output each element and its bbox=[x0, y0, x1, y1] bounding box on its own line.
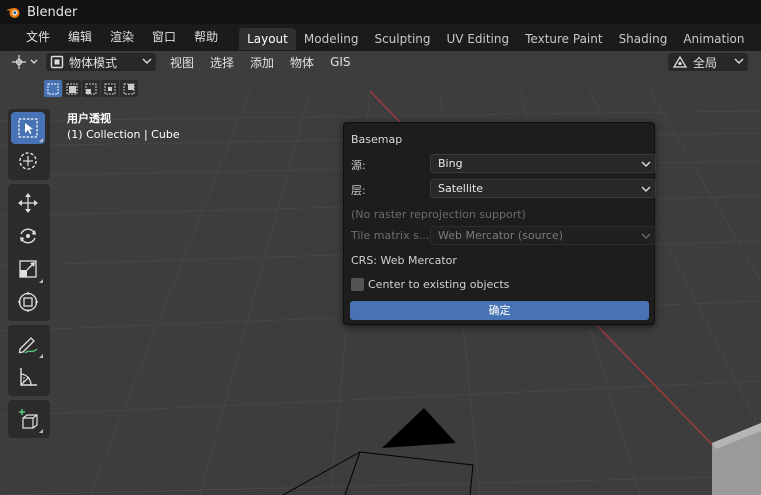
menu-gis[interactable]: GIS bbox=[322, 55, 358, 69]
tab-sculpting[interactable]: Sculpting bbox=[366, 28, 438, 50]
menu-render[interactable]: 渲染 bbox=[101, 24, 143, 51]
tool-select-box[interactable] bbox=[11, 112, 45, 144]
tile-matrix-select[interactable]: Web Mercator (source) bbox=[430, 226, 656, 245]
chevron-down-icon bbox=[142, 58, 152, 64]
scale-icon bbox=[19, 260, 37, 278]
tab-texture-paint[interactable]: Texture Paint bbox=[517, 28, 610, 50]
tool-variants-indicator bbox=[39, 429, 43, 433]
tool-transform[interactable] bbox=[11, 286, 45, 318]
tab-layout[interactable]: Layout bbox=[239, 28, 296, 50]
tool-move[interactable] bbox=[11, 187, 45, 219]
tool-group-annotate bbox=[8, 325, 50, 396]
tool-measure[interactable] bbox=[11, 361, 45, 393]
source-select[interactable]: Bing bbox=[430, 154, 656, 173]
panel-title: Basemap bbox=[351, 133, 403, 146]
select-subtract-icon bbox=[85, 83, 97, 94]
menu-help[interactable]: 帮助 bbox=[185, 24, 227, 51]
center-objects-checkbox-row[interactable]: Center to existing objects bbox=[351, 278, 509, 291]
top-menu-bar: 文件 编辑 渲染 窗口 帮助 Layout Modeling Sculpting… bbox=[0, 24, 761, 51]
select-subtract-button[interactable] bbox=[82, 80, 100, 97]
menu-select[interactable]: 选择 bbox=[202, 54, 242, 71]
object-mode-icon bbox=[50, 55, 64, 69]
select-new-button[interactable] bbox=[44, 80, 62, 97]
orientation-icon bbox=[672, 55, 688, 68]
tool-variants-indicator bbox=[39, 279, 43, 283]
tab-rendering[interactable]: Rendering bbox=[753, 28, 761, 50]
measure-ruler-icon bbox=[20, 368, 37, 386]
chevron-down-icon bbox=[734, 58, 744, 64]
tile-matrix-value: Web Mercator (source) bbox=[438, 229, 563, 242]
menu-edit[interactable]: 编辑 bbox=[59, 24, 101, 51]
blender-logo-icon bbox=[6, 8, 20, 18]
select-box-icon bbox=[18, 118, 38, 138]
tool-annotate[interactable] bbox=[11, 328, 45, 360]
menu-file[interactable]: 文件 bbox=[17, 24, 59, 51]
tool-variants-indicator bbox=[39, 354, 43, 358]
tool-shelf bbox=[8, 109, 50, 442]
tile-matrix-label: Tile matrix s... bbox=[351, 229, 430, 242]
tool-add-cube[interactable] bbox=[11, 403, 45, 435]
tab-animation[interactable]: Animation bbox=[675, 28, 752, 50]
window-title: Blender bbox=[27, 4, 78, 20]
move-icon bbox=[18, 193, 38, 213]
view-name: 用户透视 bbox=[67, 112, 111, 125]
menu-add[interactable]: 添加 bbox=[242, 54, 282, 71]
layer-select[interactable]: Satellite bbox=[430, 179, 656, 198]
chevron-down-icon bbox=[641, 186, 651, 192]
layer-value: Satellite bbox=[438, 182, 484, 195]
transform-orientation-select[interactable]: 全局 bbox=[668, 53, 748, 71]
crs-label: CRS: Web Mercator bbox=[351, 254, 457, 267]
annotate-pencil-icon bbox=[18, 337, 38, 354]
add-cube-icon bbox=[19, 409, 38, 429]
tool-cursor[interactable] bbox=[11, 145, 45, 177]
selection-mode-group bbox=[44, 80, 138, 97]
cursor-icon bbox=[19, 152, 37, 170]
select-intersect-button[interactable] bbox=[120, 80, 138, 97]
transform-icon bbox=[17, 291, 39, 313]
menu-window[interactable]: 窗口 bbox=[143, 24, 185, 51]
tile-matrix-row: Tile matrix s... Web Mercator (source) bbox=[351, 226, 656, 246]
tool-rotate[interactable] bbox=[11, 220, 45, 252]
select-invert-button[interactable] bbox=[101, 80, 119, 97]
select-intersect-icon bbox=[123, 83, 135, 94]
menu-object[interactable]: 物体 bbox=[282, 54, 322, 71]
layer-row: 层: Satellite bbox=[351, 179, 656, 199]
layer-label: 层: bbox=[351, 184, 366, 197]
tool-group-select bbox=[8, 109, 50, 180]
orientation-label: 全局 bbox=[693, 55, 718, 70]
source-label: 源: bbox=[351, 159, 366, 172]
viewport-header: 物体模式 视图 选择 添加 物体 GIS 全局 bbox=[0, 51, 761, 73]
source-row: 源: Bing bbox=[351, 154, 656, 174]
tool-scale[interactable] bbox=[11, 253, 45, 285]
reprojection-note: (No raster reprojection support) bbox=[351, 208, 526, 221]
center-objects-checkbox[interactable] bbox=[351, 278, 364, 291]
ok-button[interactable]: 确定 bbox=[350, 301, 649, 320]
mode-label: 物体模式 bbox=[69, 55, 118, 70]
menu-view[interactable]: 视图 bbox=[162, 54, 202, 71]
source-value: Bing bbox=[438, 157, 463, 170]
select-extend-icon bbox=[66, 83, 78, 94]
tool-group-transform bbox=[8, 184, 50, 321]
tab-uv-editing[interactable]: UV Editing bbox=[439, 28, 518, 50]
tab-modeling[interactable]: Modeling bbox=[296, 28, 367, 50]
select-extend-button[interactable] bbox=[63, 80, 81, 97]
basemap-panel: Basemap 源: Bing 层: Satellite (No raster … bbox=[343, 122, 656, 325]
center-objects-label: Center to existing objects bbox=[368, 278, 510, 291]
title-bar: Blender bbox=[0, 0, 761, 24]
chevron-down-icon bbox=[641, 161, 651, 167]
rotate-icon bbox=[20, 228, 36, 244]
tool-group-add bbox=[8, 400, 50, 438]
collection-label: (1) Collection | Cube bbox=[67, 128, 180, 141]
select-invert-icon bbox=[104, 83, 116, 94]
workspace-tabs: Layout Modeling Sculpting UV Editing Tex… bbox=[239, 25, 761, 50]
chevron-down-icon bbox=[641, 233, 651, 239]
tab-shading[interactable]: Shading bbox=[611, 28, 676, 50]
select-new-icon bbox=[47, 83, 59, 94]
tool-variants-indicator bbox=[39, 138, 43, 142]
mode-select[interactable]: 物体模式 bbox=[46, 53, 156, 71]
